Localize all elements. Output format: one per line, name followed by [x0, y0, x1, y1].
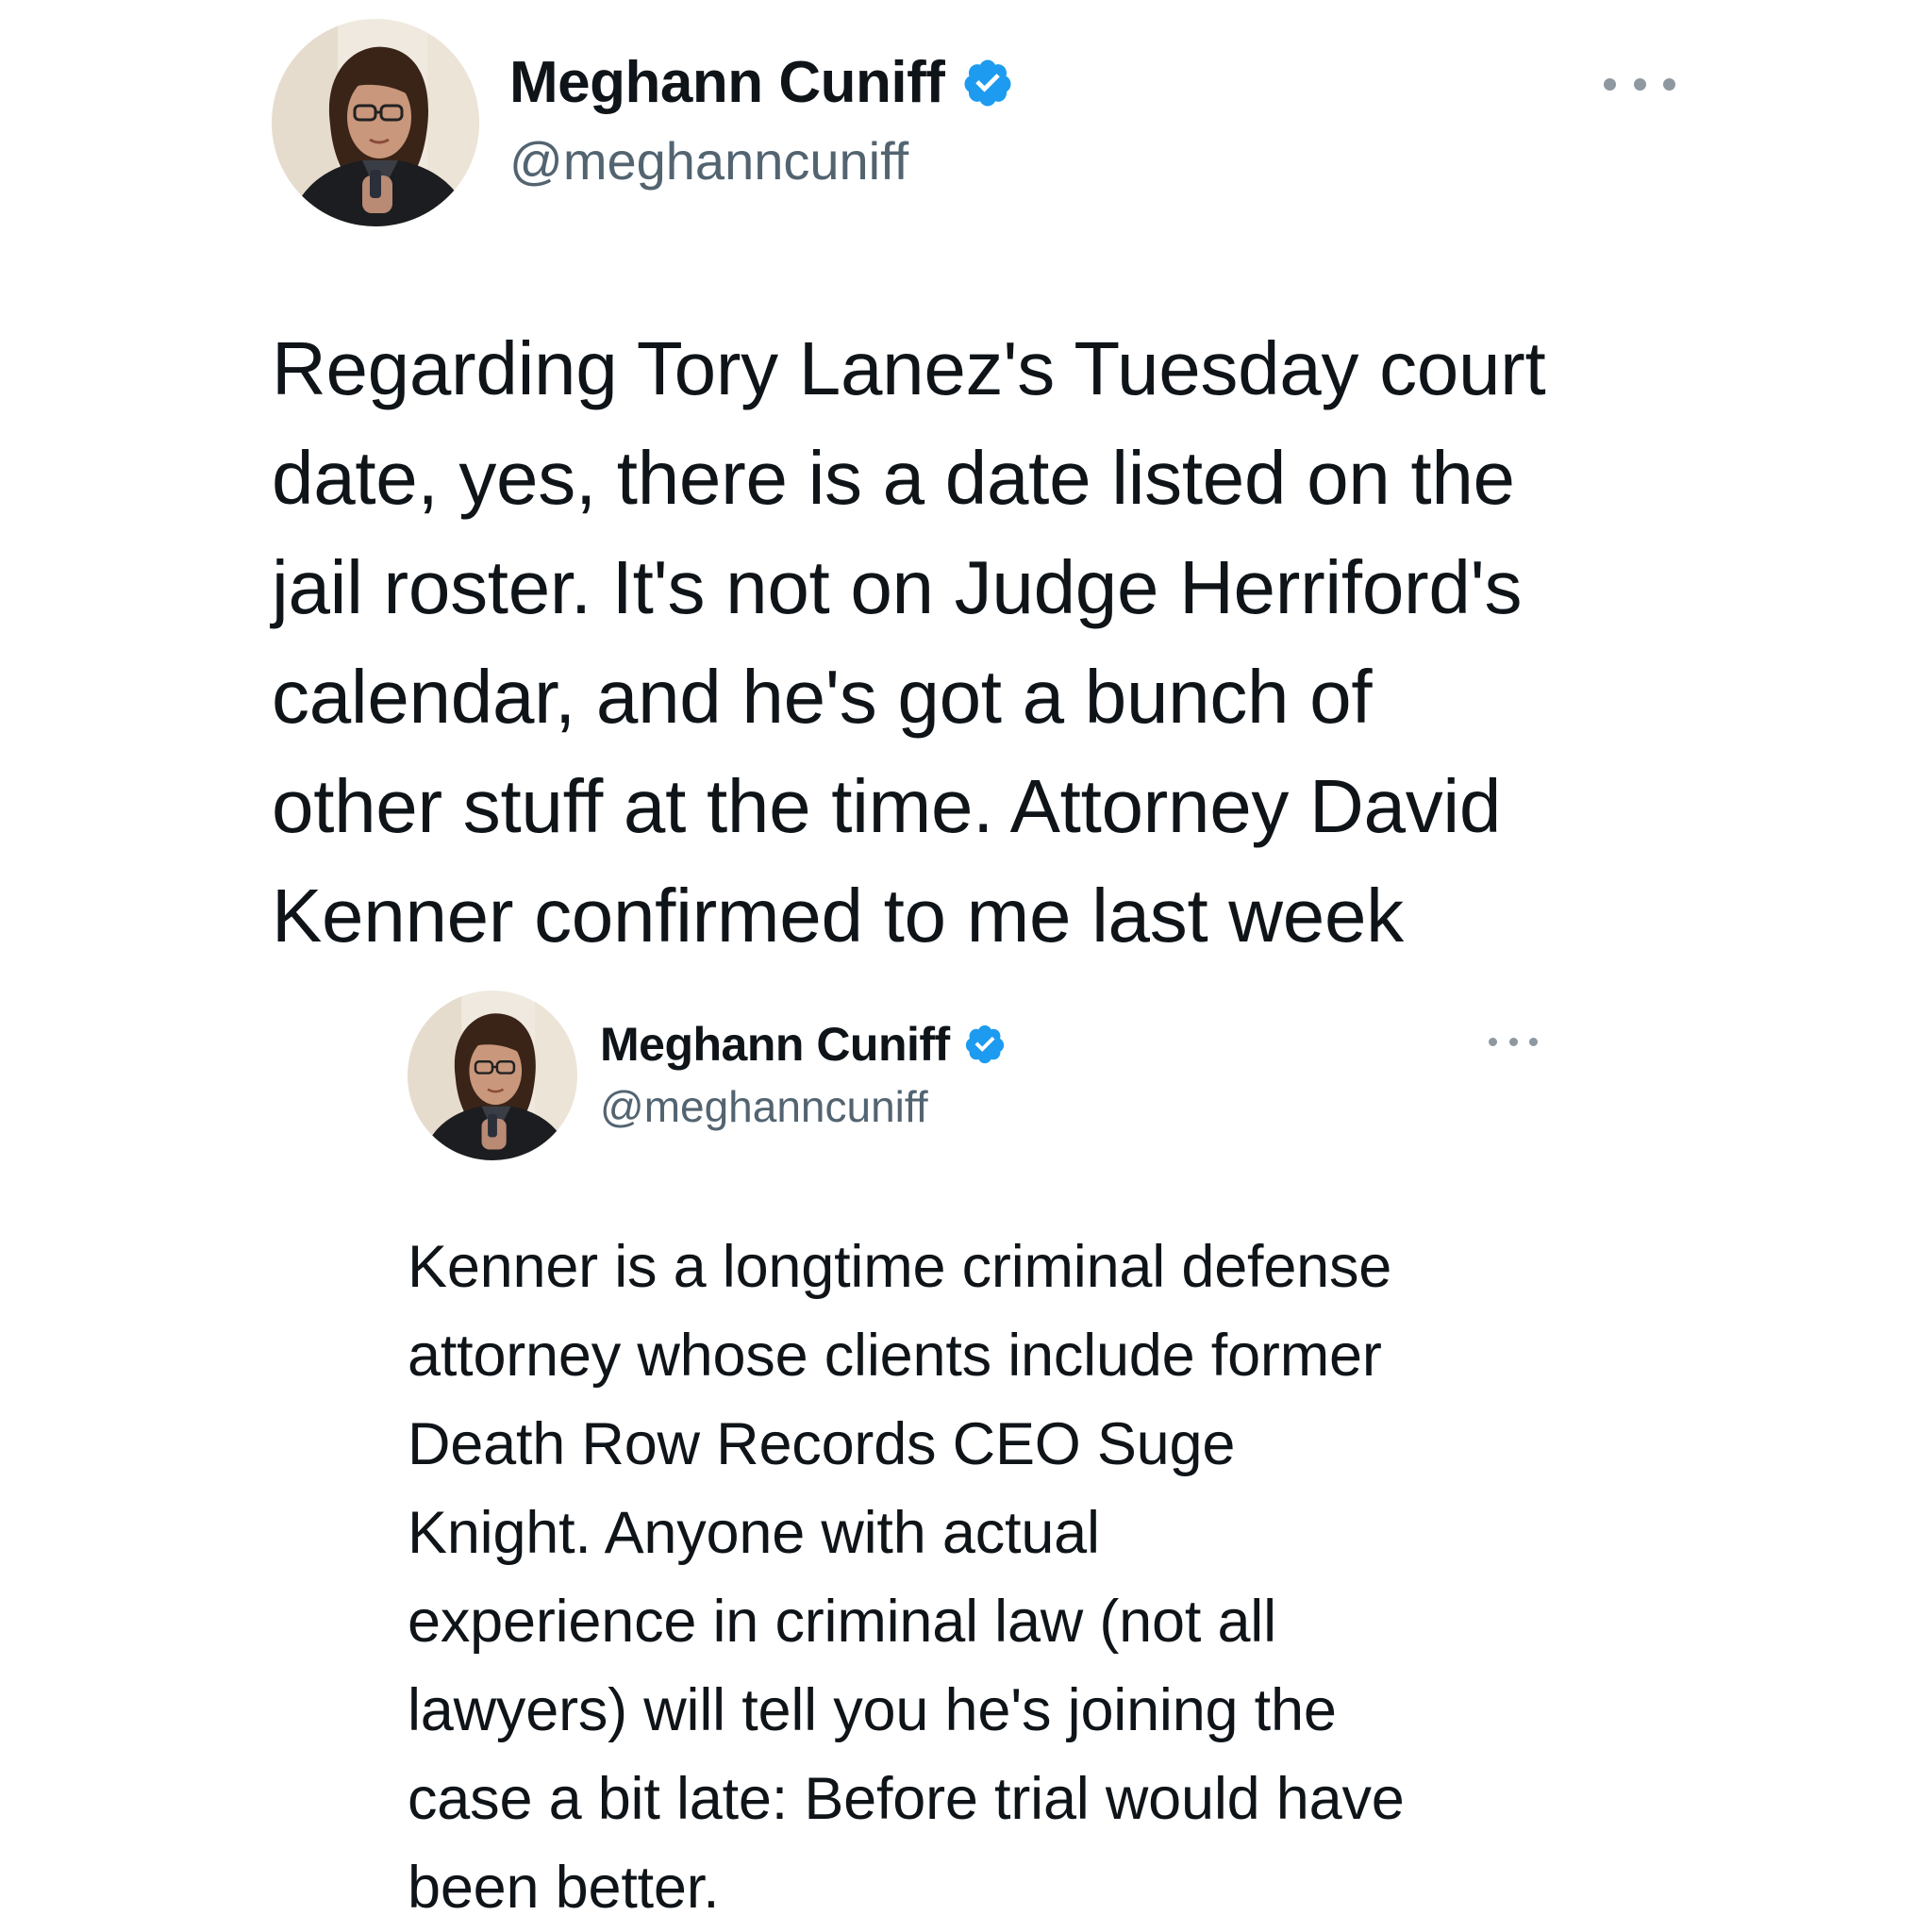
- quoted-tweet-text-line: Kenner is a longtime criminal defense: [408, 1234, 1392, 1300]
- verified-badge-icon: [965, 1024, 1004, 1064]
- quoted-author-name[interactable]: Meghann Cuniff: [600, 1017, 950, 1072]
- author-name-row: Meghann Cuniff: [509, 49, 1014, 116]
- avatar-photo: [408, 991, 577, 1160]
- tweet-text-line: calendar, and he's got a bunch of: [272, 655, 1373, 739]
- quoted-tweet-text-line: been better.: [408, 1855, 720, 1921]
- quoted-tweet-text-line: lawyers) will tell you he's joining the: [408, 1677, 1337, 1743]
- quoted-tweet-text-line: experience in criminal law (not all: [408, 1589, 1276, 1655]
- quoted-tweet-text-line: attorney whose clients include former: [408, 1323, 1382, 1389]
- tweet-text-line: Regarding Tory Lanez's Tuesday court: [272, 326, 1546, 410]
- avatar[interactable]: [272, 19, 479, 226]
- author-handle[interactable]: @meghanncuniff: [509, 130, 908, 192]
- avatar-photo: [272, 19, 479, 226]
- quoted-tweet-text: Kenner is a longtime criminal defense at…: [408, 1223, 1624, 1932]
- author-name[interactable]: Meghann Cuniff: [509, 49, 945, 116]
- tweet-text-line: Kenner confirmed to me last week: [272, 874, 1404, 958]
- quoted-author-handle[interactable]: @meghanncuniff: [600, 1081, 928, 1132]
- quoted-avatar[interactable]: [408, 991, 577, 1160]
- tweet-text: Regarding Tory Lanez's Tuesday court dat…: [272, 314, 1696, 971]
- quoted-tweet-text-line: Death Row Records CEO Suge: [408, 1411, 1236, 1477]
- tweet-text-line: other stuff at the time. Attorney David: [272, 764, 1502, 848]
- quoted-tweet-text-line: Knight. Anyone with actual: [408, 1500, 1100, 1566]
- more-options-icon[interactable]: [1604, 70, 1675, 98]
- verified-badge-icon: [964, 59, 1011, 106]
- quoted-author-name-row: Meghann Cuniff: [600, 1017, 1007, 1072]
- tweet-screenshot: Meghann Cuniff @meghanncuniff Regarding …: [0, 0, 1932, 1932]
- tweet-text-line: date, yes, there is a date listed on the: [272, 436, 1515, 520]
- tweet-text-line: jail roster. It's not on Judge Herriford…: [272, 545, 1523, 629]
- quoted-tweet-text-line: case a bit late: Before trial would have: [408, 1766, 1405, 1832]
- more-options-icon[interactable]: [1489, 1032, 1538, 1051]
